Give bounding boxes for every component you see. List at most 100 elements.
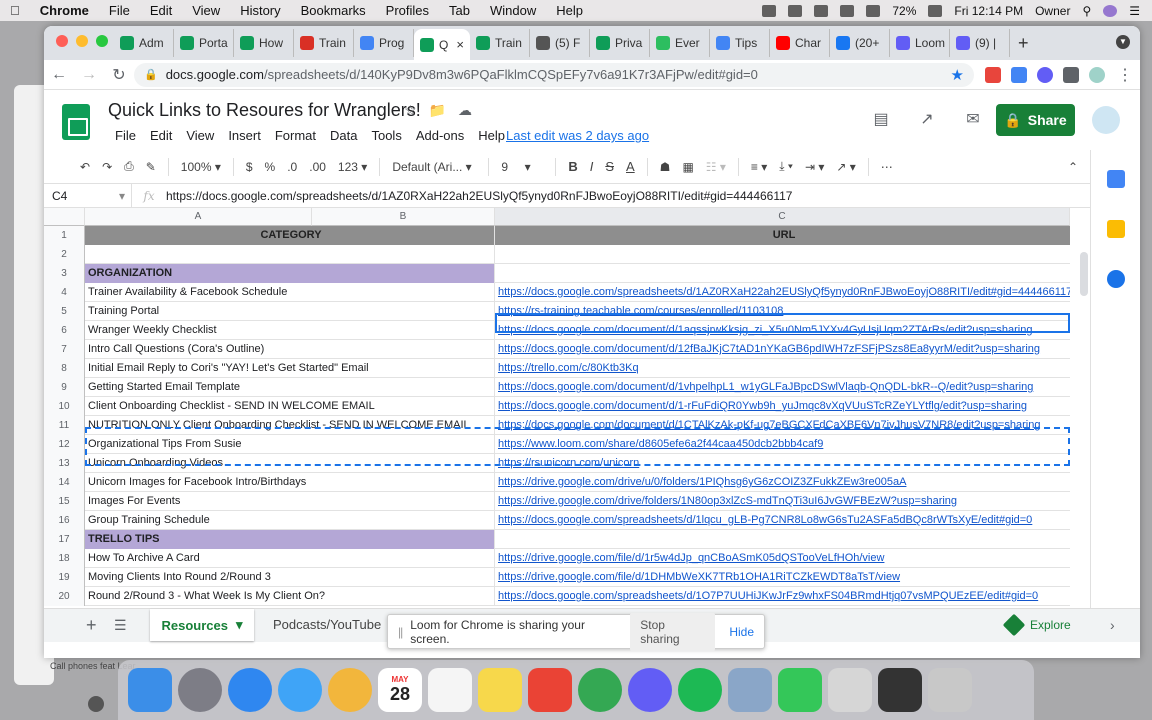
browser-tab[interactable]: (9) | xyxy=(950,29,1010,57)
cell-url-link[interactable]: https://docs.google.com/document/d/1vhpe… xyxy=(495,378,1070,397)
decrease-decimal-button[interactable]: .0 xyxy=(281,160,303,174)
menu-view[interactable]: View xyxy=(182,3,230,18)
profile-avatar-icon[interactable] xyxy=(1089,66,1105,83)
undo-icon[interactable]: ↶ xyxy=(74,160,96,174)
row-number[interactable]: 4 xyxy=(44,283,85,302)
cell-category[interactable]: Initial Email Reply to Cori's "YAY! Let'… xyxy=(85,359,495,378)
cell-url-link[interactable]: https://rsunicorn.com/unicorn xyxy=(495,454,1070,473)
docs-menu-data[interactable]: Data xyxy=(323,128,364,143)
row-number[interactable]: 12 xyxy=(44,435,85,454)
cell-category[interactable]: Getting Started Email Template xyxy=(85,378,495,397)
browser-tab[interactable]: (5) F xyxy=(530,29,590,57)
collapse-toolbar-icon[interactable]: ⌃ xyxy=(1062,160,1090,174)
add-sheet-button[interactable]: + xyxy=(86,615,97,636)
cloud-status-icon[interactable]: ☁ xyxy=(458,102,472,119)
cell-url-link[interactable]: https://drive.google.com/file/d/1r5w4dJp… xyxy=(495,549,1070,568)
menu-help[interactable]: Help xyxy=(546,3,593,18)
calendar-app-icon[interactable]: MAY 28 xyxy=(378,668,422,712)
notes-icon[interactable] xyxy=(478,668,522,712)
print-icon[interactable]: ⎙ xyxy=(118,159,140,174)
vertical-align-icon[interactable]: ⤓ ▾ xyxy=(773,159,799,174)
text-color-button[interactable]: A xyxy=(620,159,641,174)
cell-url-link[interactable]: https://docs.google.com/spreadsheets/d/1… xyxy=(495,587,1070,606)
window-zoom-icon[interactable] xyxy=(96,35,108,47)
currency-format-button[interactable]: $ xyxy=(240,160,259,174)
cell-category[interactable]: Client Onboarding Checklist - SEND IN WE… xyxy=(85,397,495,416)
cell-url-link[interactable]: https://www.loom.com/share/d8605efe6a2f4… xyxy=(495,435,1070,454)
activity-trend-icon[interactable]: ↗ xyxy=(912,104,942,134)
chevron-down-icon[interactable]: ▾ xyxy=(236,617,243,633)
cell-url-link[interactable]: https://docs.google.com/document/d/1CTAl… xyxy=(495,416,1070,435)
row-number[interactable]: 16 xyxy=(44,511,85,530)
column-header-b[interactable]: B xyxy=(312,208,495,226)
volume-icon[interactable] xyxy=(814,4,829,17)
star-icon[interactable]: ☆ xyxy=(404,102,417,119)
back-icon[interactable]: ← xyxy=(44,66,74,84)
italic-button[interactable]: I xyxy=(584,159,600,174)
docs-menu-addons[interactable]: Add-ons xyxy=(409,128,471,143)
row-number[interactable]: 15 xyxy=(44,492,85,511)
move-folder-icon[interactable]: 📁 xyxy=(429,102,446,119)
extension-tp-icon[interactable] xyxy=(985,66,1001,83)
chrome-icon[interactable] xyxy=(578,668,622,712)
more-formats-select[interactable]: 123 ▾ xyxy=(332,160,373,174)
browser-tab[interactable]: Train xyxy=(294,29,354,57)
browser-tab[interactable]: Ever xyxy=(650,29,710,57)
microphone-icon[interactable] xyxy=(762,4,777,17)
menu-history[interactable]: History xyxy=(230,3,290,18)
row-number[interactable]: 2 xyxy=(44,245,85,264)
clock[interactable]: Fri 12:14 PM xyxy=(954,4,1023,18)
calendar-icon[interactable] xyxy=(1107,170,1125,188)
tab-search-icon[interactable]: ▼ xyxy=(1116,35,1130,49)
facetime-icon[interactable] xyxy=(778,668,822,712)
loom-icon[interactable] xyxy=(628,668,672,712)
finder-icon[interactable] xyxy=(128,668,172,712)
row-number[interactable]: 17 xyxy=(44,530,85,549)
merge-cells-icon[interactable]: ☷ ▾ xyxy=(700,160,732,174)
bold-button[interactable]: B xyxy=(562,159,583,174)
browser-tab[interactable]: Loom xyxy=(890,29,950,57)
bluetooth-icon[interactable] xyxy=(840,4,855,17)
browser-tab[interactable]: Prog xyxy=(354,29,414,57)
cell-category[interactable]: Group Training Schedule xyxy=(85,511,495,530)
cell-url-link[interactable]: https://trello.com/c/80Ktb3Kq xyxy=(495,359,1070,378)
extensions-puzzle-icon[interactable] xyxy=(1063,66,1079,83)
cell-url-link[interactable]: https://drive.google.com/drive/folders/1… xyxy=(495,492,1070,511)
cell-category[interactable]: Images For Events xyxy=(85,492,495,511)
text-rotation-icon[interactable]: ↗ ▾ xyxy=(830,160,861,174)
apple-menu-icon[interactable]:  xyxy=(0,3,30,18)
trash-icon[interactable] xyxy=(928,668,972,712)
row-number[interactable]: 19 xyxy=(44,568,85,587)
cell-url-link[interactable] xyxy=(495,245,1070,264)
side-panel-toggle-icon[interactable]: › xyxy=(1110,617,1115,633)
gmail-icon[interactable] xyxy=(528,668,572,712)
browser-tab[interactable]: Q × xyxy=(414,29,470,60)
row-number[interactable]: 14 xyxy=(44,473,85,492)
percent-format-button[interactable]: % xyxy=(259,160,282,174)
vertical-scrollbar[interactable] xyxy=(1080,252,1088,296)
docs-menu-edit[interactable]: Edit xyxy=(143,128,179,143)
cell-category[interactable]: Moving Clients Into Round 2/Round 3 xyxy=(85,568,495,587)
reminders-icon[interactable] xyxy=(428,668,472,712)
cell-url-link[interactable]: https://drive.google.com/drive/u/0/folde… xyxy=(495,473,1070,492)
preview-icon[interactable] xyxy=(728,668,772,712)
sheets-logo-icon[interactable] xyxy=(62,104,90,140)
lock-icon[interactable]: 🔒 xyxy=(144,68,158,81)
user-name[interactable]: Owner xyxy=(1035,4,1070,18)
browser-tab[interactable]: Adm xyxy=(114,29,174,57)
row-number[interactable]: 5 xyxy=(44,302,85,321)
browser-tab[interactable]: Tips xyxy=(710,29,770,57)
hide-button[interactable]: Hide xyxy=(729,625,754,639)
photo-thumbnail-icon[interactable] xyxy=(878,668,922,712)
menu-tab[interactable]: Tab xyxy=(439,3,480,18)
cell-category[interactable]: How To Archive A Card xyxy=(85,549,495,568)
browser-tab[interactable]: How xyxy=(234,29,294,57)
stop-sharing-button[interactable]: Stop sharing xyxy=(630,612,716,651)
increase-decimal-button[interactable]: .00 xyxy=(303,160,332,174)
browser-tab[interactable]: Priva xyxy=(590,29,650,57)
cell-url-link[interactable]: https://docs.google.com/document/d/1aqss… xyxy=(495,321,1070,340)
window-minimize-icon[interactable] xyxy=(76,35,88,47)
cell-category[interactable]: Training Portal xyxy=(85,302,495,321)
cell-category[interactable]: CATEGORY xyxy=(85,226,495,245)
menu-edit[interactable]: Edit xyxy=(140,3,182,18)
